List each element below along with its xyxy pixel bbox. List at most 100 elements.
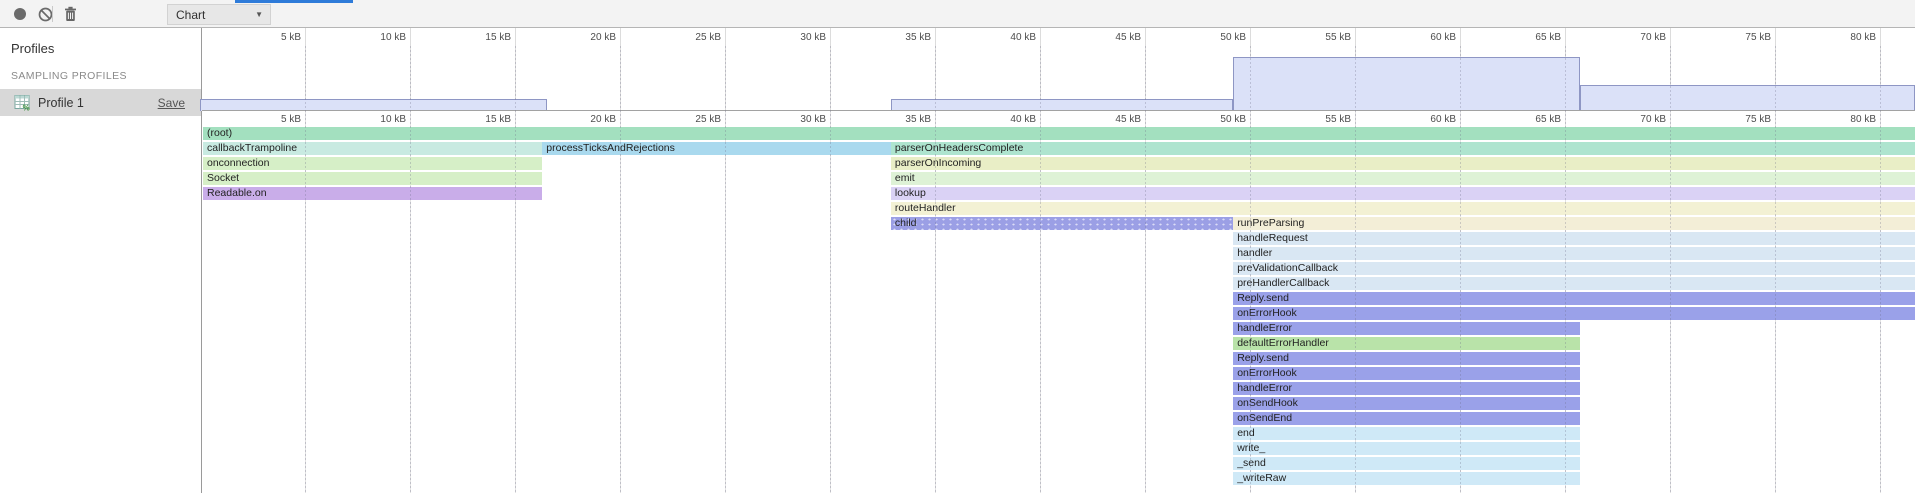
flame-band[interactable]: Reply.send (1233, 292, 1915, 305)
sidebar: Profiles SAMPLING PROFILES % Profile 1 S… (0, 28, 202, 493)
flame-band[interactable]: (root) (203, 127, 1915, 140)
view-mode-value: Chart (168, 8, 255, 22)
axis-gridline-dotted (1145, 46, 1146, 493)
svg-text:%: % (23, 104, 30, 111)
axis-gridline-dotted (1250, 46, 1251, 493)
axis-tick-label: 45 kB (1065, 32, 1141, 43)
flame-band-label: defaultErrorHandler (1233, 337, 1329, 349)
flame-band[interactable]: onErrorHook (1233, 307, 1915, 320)
flame-band[interactable]: handleRequest (1233, 232, 1915, 245)
axis-gridline-dotted (1355, 46, 1356, 493)
flame-band-label: emit (891, 172, 915, 184)
flame-band-label: lookup (891, 187, 926, 199)
overview-step (1233, 57, 1580, 111)
axis-tick-label: 40 kB (960, 114, 1036, 125)
save-profile-link[interactable]: Save (158, 96, 185, 110)
flame-band[interactable]: parserOnHeadersComplete (891, 142, 1915, 155)
axis-tick-label: 5 kB (225, 32, 301, 43)
record-button[interactable] (8, 3, 32, 25)
flame-band-label: handleRequest (1233, 232, 1308, 244)
axis-tick-label: 20 kB (540, 114, 616, 125)
flame-band-label: Reply.send (1233, 352, 1289, 364)
axis-tick-label: 80 kB (1800, 114, 1876, 125)
flame-band-label: handleError (1233, 382, 1292, 394)
flame-band-label: callbackTrampoline (203, 142, 297, 154)
axis-tick-label: 5 kB (225, 114, 301, 125)
delete-button[interactable] (58, 3, 82, 25)
axis-tick-label: 45 kB (1065, 114, 1141, 125)
flame-band-label: child (891, 217, 917, 229)
flame-band[interactable]: lookup (891, 187, 1915, 200)
flame-band-label: _writeRaw (1233, 472, 1286, 484)
spreadsheet-percent-icon: % (14, 94, 31, 111)
sampling-profiles-section-label: SAMPLING PROFILES (11, 70, 127, 82)
flame-band[interactable]: handleError (1233, 382, 1580, 395)
flame-band[interactable]: Reply.send (1233, 352, 1580, 365)
toolbar-separator (52, 6, 53, 22)
flame-band[interactable]: runPreParsing (1233, 217, 1915, 230)
toolbar: Chart ▼ (0, 0, 1915, 28)
flame-band[interactable]: child (891, 217, 1233, 230)
flame-band-label: Socket (203, 172, 239, 184)
flame-band-label: preHandlerCallback (1233, 277, 1329, 289)
record-icon (13, 7, 27, 21)
flame-band[interactable]: _send (1233, 457, 1580, 470)
clear-button[interactable] (33, 3, 57, 25)
flame-band-label: end (1233, 427, 1255, 439)
axis-tick-label: 30 kB (750, 114, 826, 125)
flame-band[interactable]: Readable.on (203, 187, 542, 200)
flame-band[interactable]: handler (1233, 247, 1915, 260)
flame-band[interactable]: write_ (1233, 442, 1580, 455)
axis-tick-label: 25 kB (645, 32, 721, 43)
flame-band[interactable]: Socket (203, 172, 542, 185)
flame-band[interactable]: preValidationCallback (1233, 262, 1915, 275)
flame-band-label: onSendEnd (1233, 412, 1292, 424)
axis-gridline-dotted (1775, 46, 1776, 493)
axis-tick-label: 10 kB (330, 114, 406, 125)
axis-tick-label: 70 kB (1590, 114, 1666, 125)
flame-band[interactable]: defaultErrorHandler (1233, 337, 1580, 350)
axis-tick-label: 60 kB (1380, 114, 1456, 125)
flame-band[interactable]: end (1233, 427, 1580, 440)
axis-gridline-dotted (935, 46, 936, 493)
axis-tick-label: 35 kB (855, 32, 931, 43)
flame-band[interactable]: preHandlerCallback (1233, 277, 1915, 290)
flame-band-label: onErrorHook (1233, 367, 1297, 379)
flame-band[interactable]: onconnection (203, 157, 542, 170)
axis-tick-label: 75 kB (1695, 114, 1771, 125)
axis-tick-label: 70 kB (1590, 32, 1666, 43)
flame-band[interactable]: onSendHook (1233, 397, 1580, 410)
axis-tick-label: 55 kB (1275, 114, 1351, 125)
flame-band[interactable]: handleError (1233, 322, 1580, 335)
axis-tick-label: 50 kB (1170, 114, 1246, 125)
axis-tick-label: 20 kB (540, 32, 616, 43)
axis-tick-label: 15 kB (435, 114, 511, 125)
axis-gridline-dotted (1670, 46, 1671, 493)
axis-tick-label: 15 kB (435, 32, 511, 43)
flame-band[interactable]: routeHandler (891, 202, 1915, 215)
axis-tick-label: 25 kB (645, 114, 721, 125)
flame-band-label: handleError (1233, 322, 1292, 334)
flame-band-label: Reply.send (1233, 292, 1289, 304)
axis-tick-label: 10 kB (330, 32, 406, 43)
flame-band[interactable]: emit (891, 172, 1915, 185)
axis-gridline-dotted (1040, 46, 1041, 493)
flame-band[interactable]: _writeRaw (1233, 472, 1580, 485)
flame-band[interactable]: processTicksAndRejections (542, 142, 891, 155)
axis-tick-label: 80 kB (1800, 32, 1876, 43)
axis-gridline-dotted (725, 46, 726, 493)
flame-band[interactable]: parserOnIncoming (891, 157, 1915, 170)
flame-band[interactable]: callbackTrampoline (203, 142, 542, 155)
view-mode-select[interactable]: Chart ▼ (167, 4, 271, 25)
flame-band[interactable]: onSendEnd (1233, 412, 1580, 425)
chart-content: 5 kB 5 kB 10 kB 10 kB 15 kB 15 kB 20 kB 20 kB 25… (202, 28, 1915, 493)
axis-tick-label: 65 kB (1485, 32, 1561, 43)
flame-band[interactable]: onErrorHook (1233, 367, 1580, 380)
ban-icon (38, 7, 53, 22)
flame-band-label: runPreParsing (1233, 217, 1304, 229)
flame-band-label: routeHandler (891, 202, 956, 214)
memory-profiler-panel: Chart ▼ Profiles SAMPLING PROFILES % Pro… (0, 0, 1915, 493)
profile-item[interactable]: % Profile 1 Save (0, 89, 201, 116)
flame-band-label: onSendHook (1233, 397, 1298, 409)
flame-band-label: handler (1233, 247, 1272, 259)
